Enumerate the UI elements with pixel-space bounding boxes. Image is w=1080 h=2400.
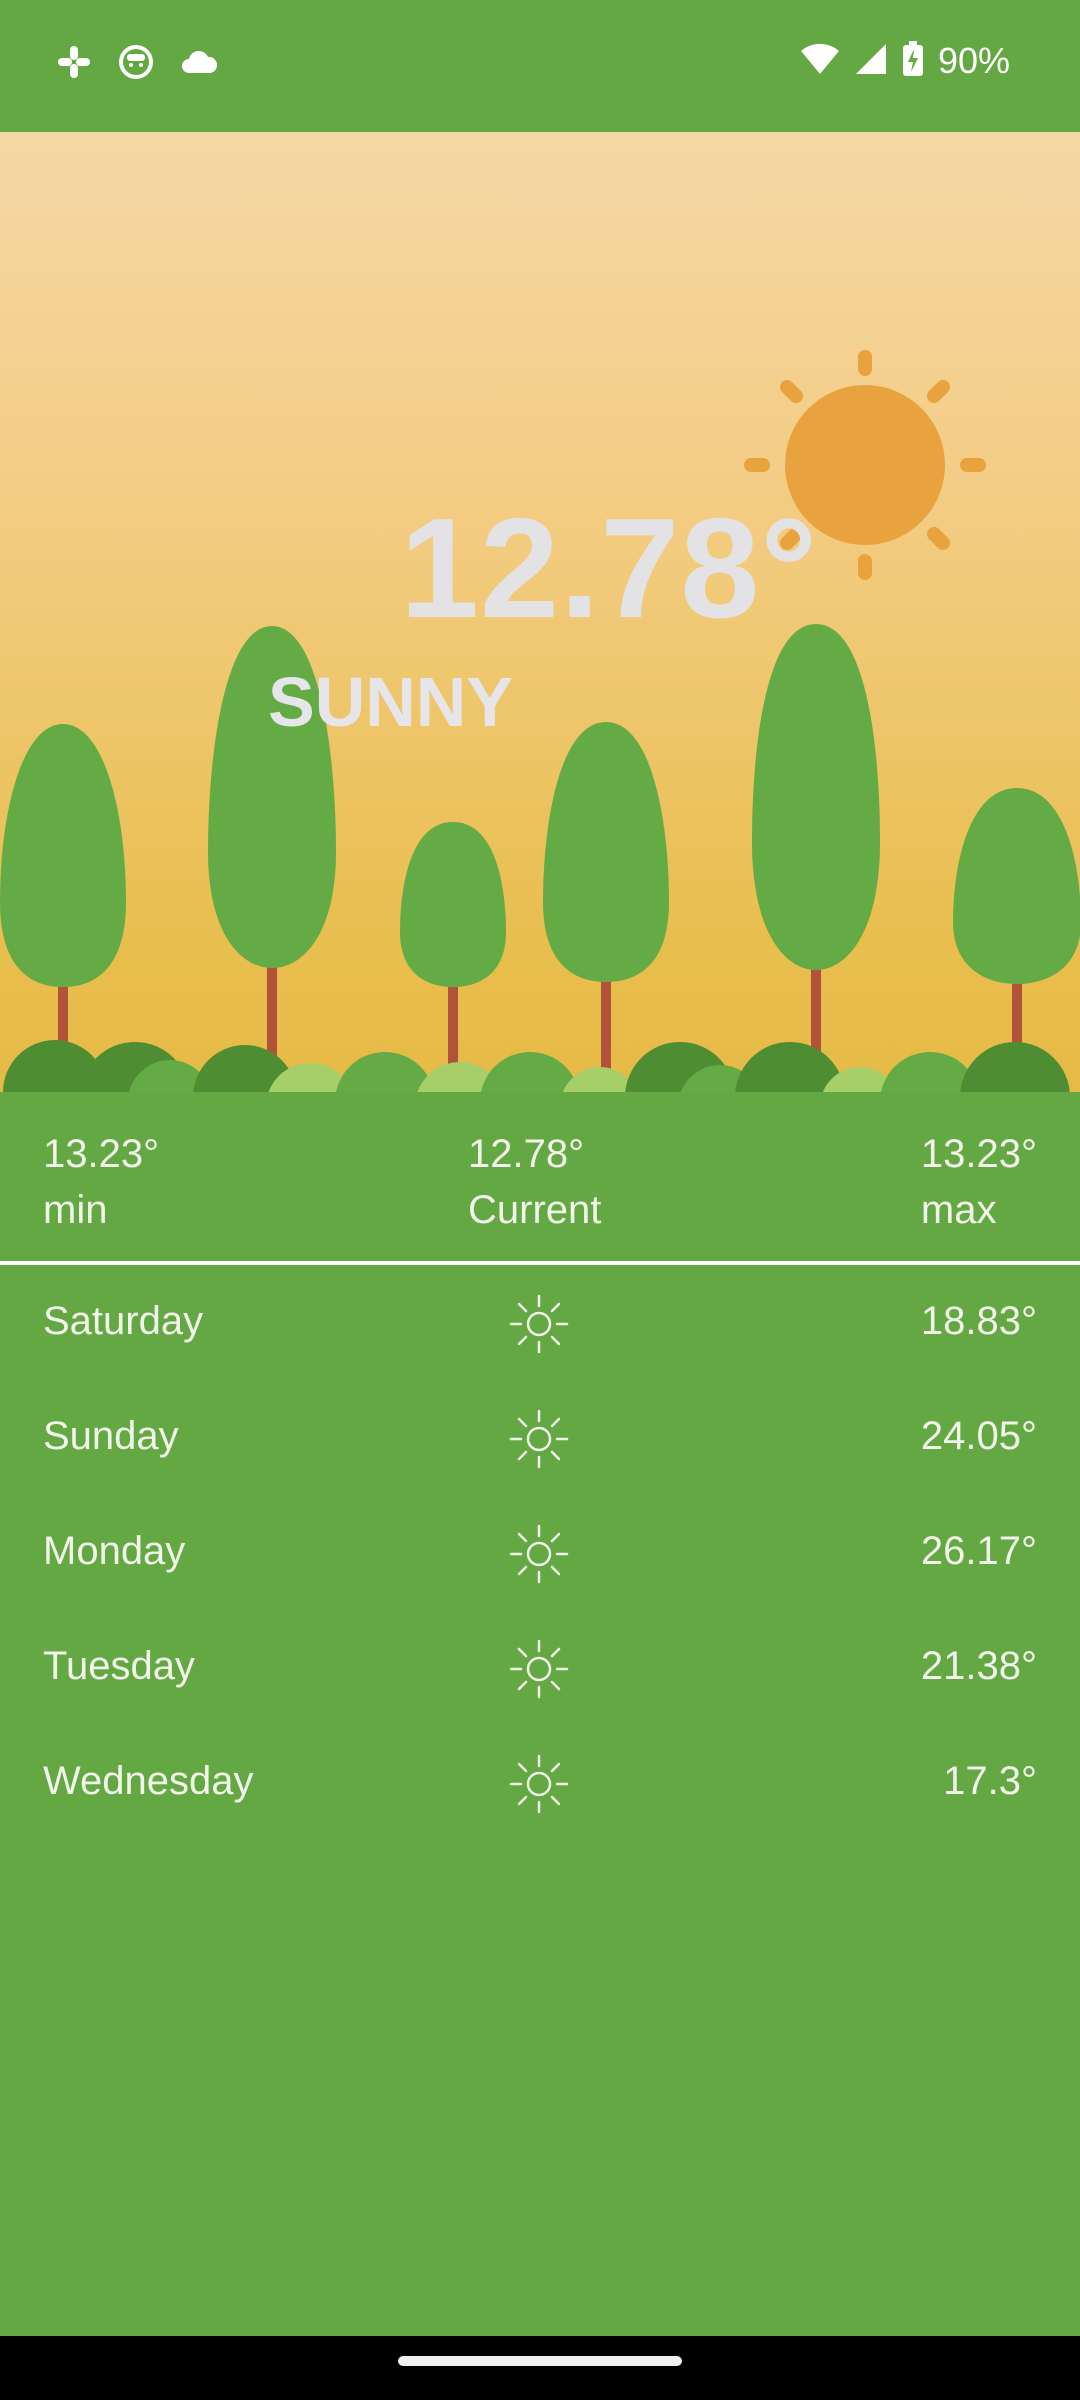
sun-icon <box>508 1408 570 1470</box>
forecast-temp: 17.3° <box>943 1759 1037 1803</box>
bushes <box>3 1040 1070 1092</box>
min-temp-label: min <box>43 1188 108 1232</box>
max-temp-value: 13.23° <box>920 1132 1037 1176</box>
sun-icon <box>508 1753 570 1815</box>
weather-condition: SUNNY <box>268 663 514 741</box>
current-temperature: 12.78° <box>400 489 819 648</box>
max-temp-label: max <box>920 1188 997 1232</box>
battery-charging-icon <box>902 40 924 82</box>
cell-signal-icon <box>854 42 888 81</box>
forecast-day: Sunday <box>43 1414 179 1458</box>
status-bar: 90% <box>0 0 1080 132</box>
forecast-row[interactable]: Saturday 18.83° <box>0 1267 1080 1382</box>
current-temp-value: 12.78° <box>468 1132 585 1176</box>
forecast-row[interactable]: Wednesday 17.3° <box>0 1727 1080 1842</box>
forecast-row[interactable]: Tuesday 21.38° <box>0 1612 1080 1727</box>
current-temp-block: 12.78° Current <box>468 1126 601 1238</box>
forecast-row[interactable]: Monday 26.17° <box>0 1497 1080 1612</box>
battery-percent: 90% <box>937 40 1010 81</box>
forecast-temp: 26.17° <box>920 1529 1037 1573</box>
home-gesture-handle[interactable] <box>398 2356 682 2366</box>
slack-icon <box>56 44 92 85</box>
max-temp-block: 13.23° max <box>921 1126 1037 1238</box>
forecast-day: Wednesday <box>43 1759 254 1803</box>
current-temp-label: Current <box>468 1188 602 1232</box>
tree-canopies <box>0 624 1080 987</box>
min-temp-value: 13.23° <box>43 1132 160 1176</box>
navigation-bar <box>0 2336 1080 2400</box>
min-temp-block: 13.23° min <box>43 1126 159 1238</box>
forecast-temp: 21.38° <box>920 1644 1037 1688</box>
wifi-icon <box>800 42 840 81</box>
sun-icon <box>508 1293 570 1355</box>
system-indicators: 90% <box>800 40 1010 82</box>
sun-icon <box>508 1523 570 1585</box>
forecast-day: Saturday <box>43 1299 204 1343</box>
forecast-list: Saturday 18.83° Sunday 24.05° Monday 26.… <box>0 1267 1080 1842</box>
cloud-icon <box>180 47 218 82</box>
forecast-row[interactable]: Sunday 24.05° <box>0 1382 1080 1497</box>
forecast-day: Tuesday <box>43 1644 195 1688</box>
sun-icon <box>508 1638 570 1700</box>
weather-hero: 12.78° SUNNY <box>0 132 1080 1092</box>
notification-icons <box>56 44 218 85</box>
temperature-summary: 13.23° min 12.78° Current 13.23° max <box>0 1092 1080 1262</box>
forecast-day: Monday <box>43 1529 186 1573</box>
divider <box>0 1261 1080 1265</box>
forecast-temp: 18.83° <box>920 1299 1037 1343</box>
cat-face-icon <box>118 44 154 85</box>
forecast-temp: 24.05° <box>920 1414 1037 1458</box>
